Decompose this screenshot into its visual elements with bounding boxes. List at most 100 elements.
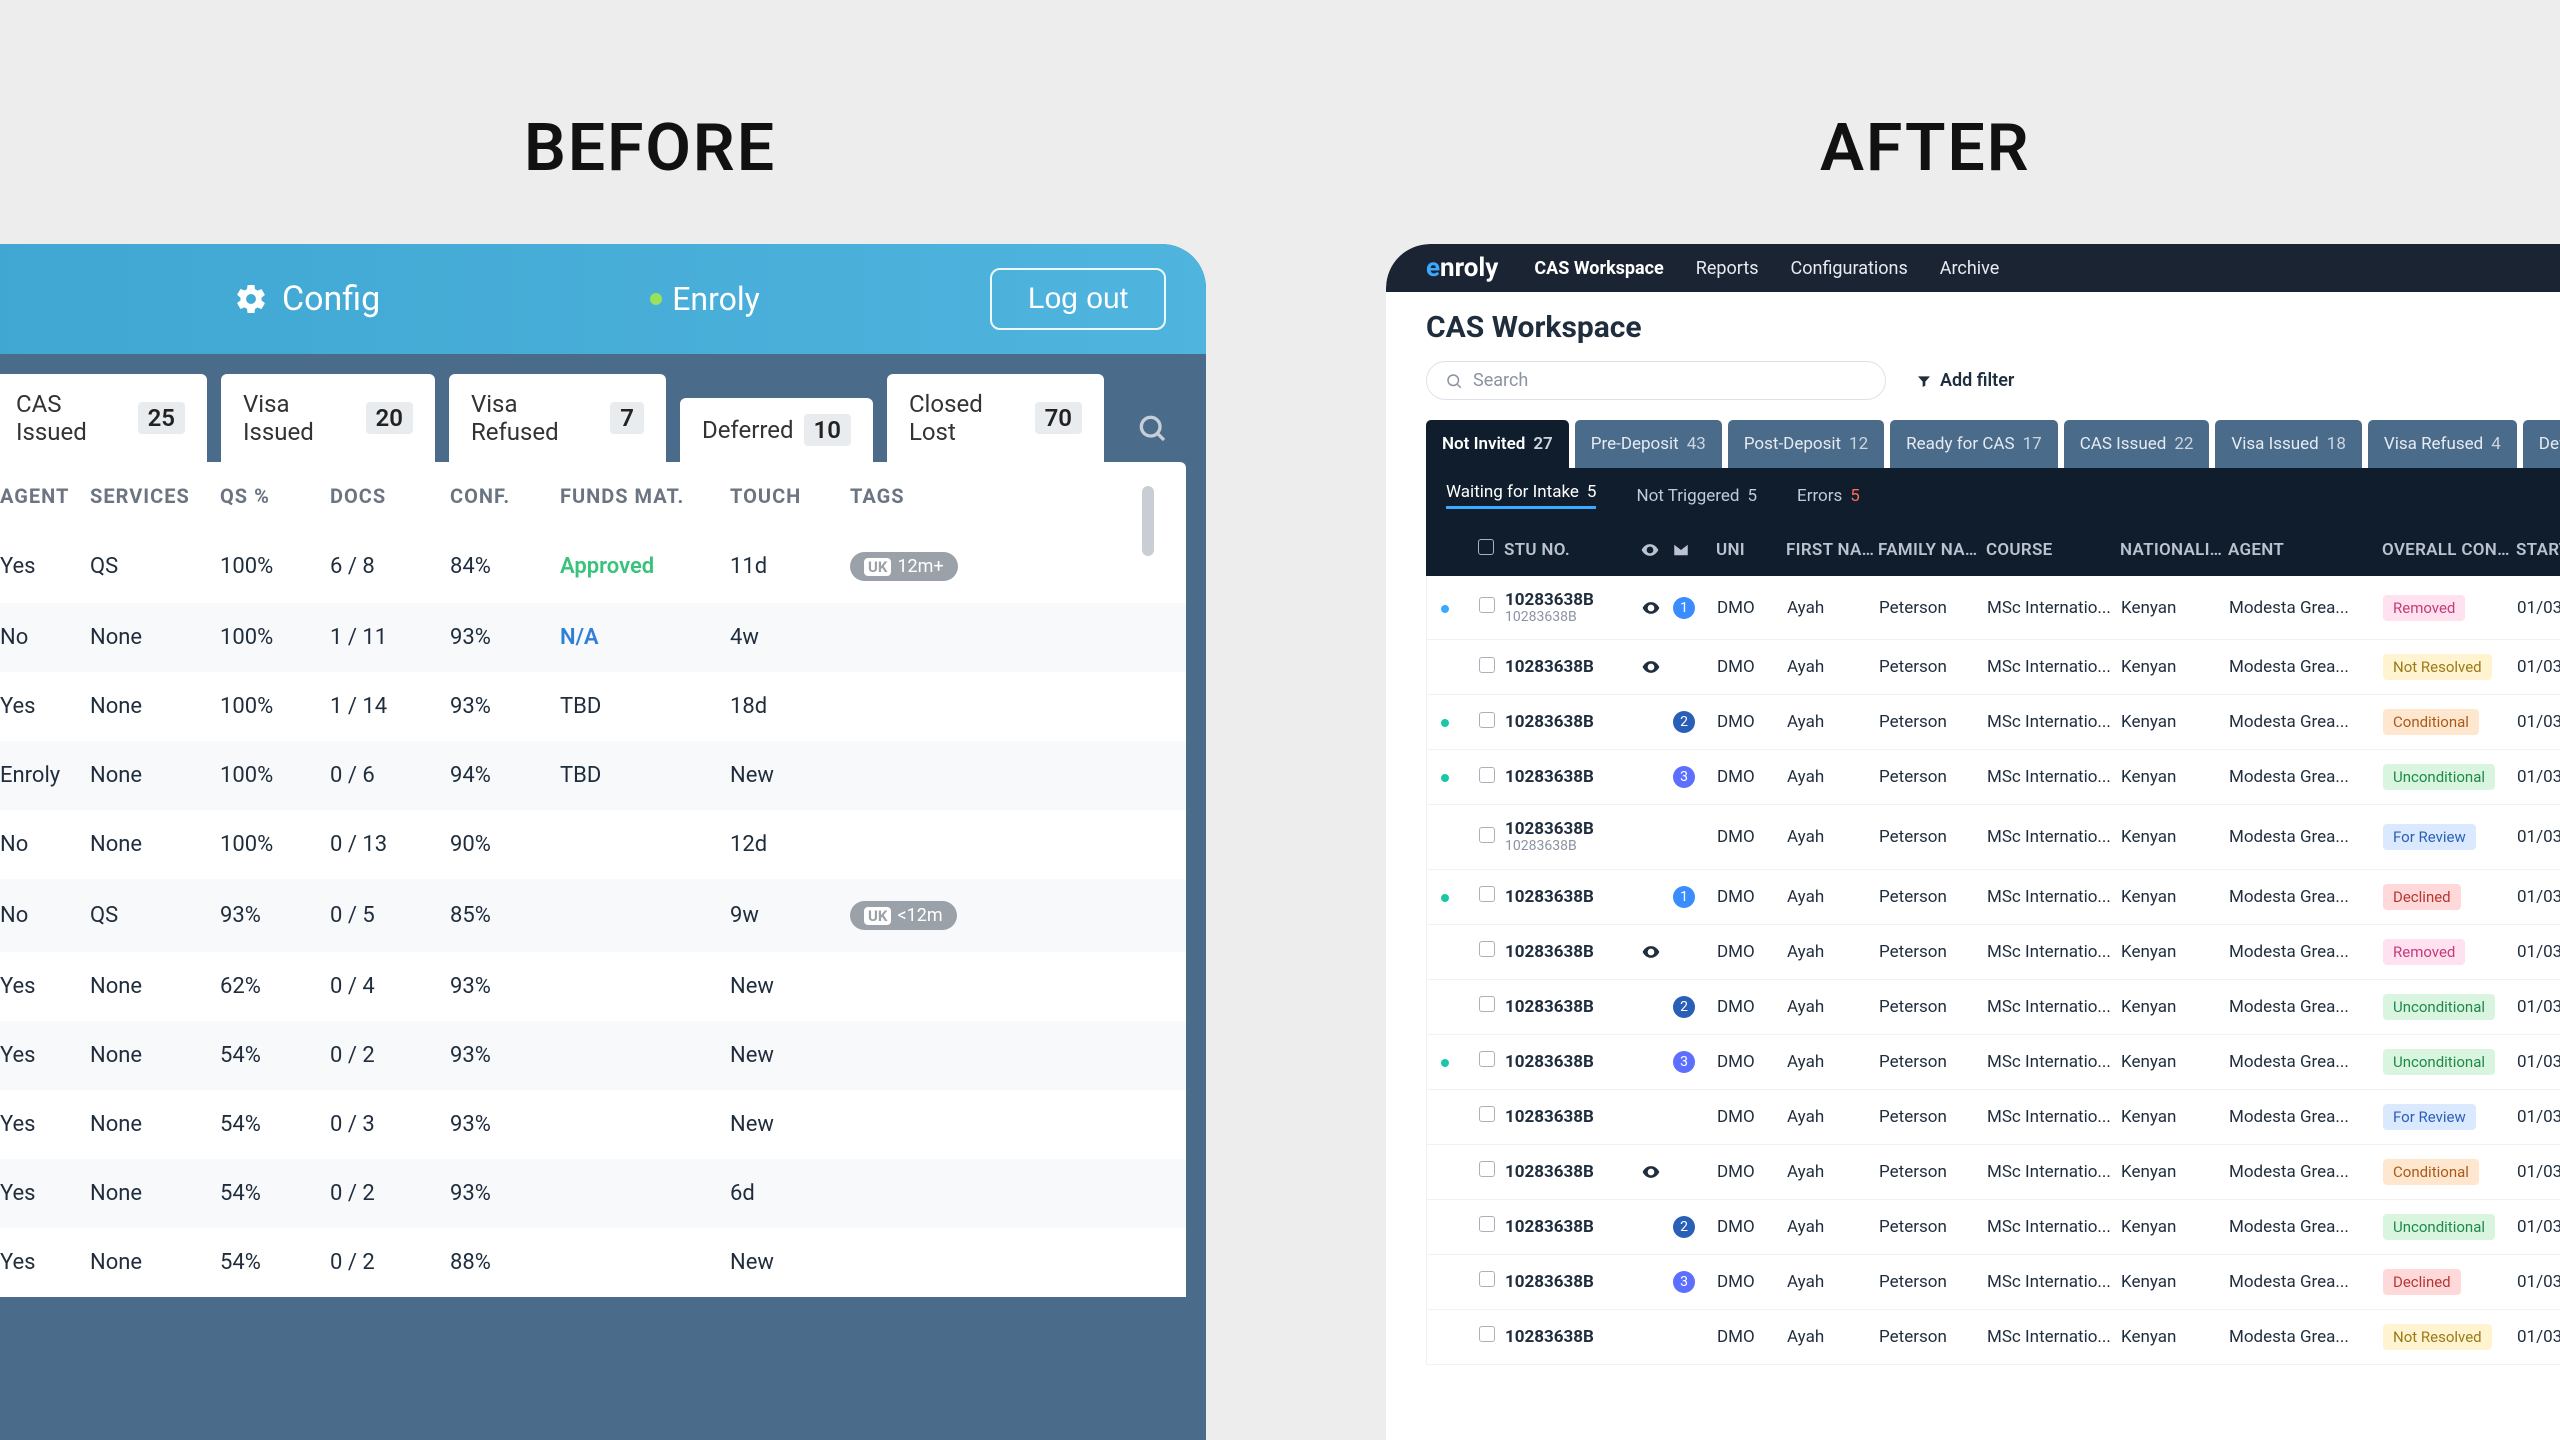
- row-checkbox[interactable]: [1479, 597, 1495, 613]
- column-header[interactable]: SERVICES: [84, 484, 214, 508]
- table-row[interactable]: 10283638B10283638BDMOAyahPetersonMSc Int…: [1427, 805, 2560, 869]
- table-row[interactable]: YesNone54%0 / 293%New: [0, 1021, 1186, 1090]
- status-tab[interactable]: Not Invited27: [1426, 420, 1569, 468]
- before-tab[interactable]: Visa Refused7: [449, 374, 666, 462]
- config-link[interactable]: Config: [234, 279, 380, 319]
- agent: Modesta Grea...: [2229, 827, 2379, 847]
- before-tab[interactable]: Closed Lost70: [887, 374, 1104, 462]
- row-checkbox[interactable]: [1479, 1106, 1495, 1122]
- row-checkbox[interactable]: [1479, 827, 1495, 843]
- table-row[interactable]: 10283638B2DMOAyahPetersonMSc Internatio.…: [1427, 695, 2560, 750]
- column-header[interactable]: DOCS: [324, 484, 444, 508]
- table-row[interactable]: 10283638BDMOAyahPetersonMSc Internatio..…: [1427, 1145, 2560, 1200]
- before-tab[interactable]: Visa Issued20: [221, 374, 435, 462]
- before-tab[interactable]: CAS Issued25: [0, 374, 207, 462]
- table-row[interactable]: NoQS93%0 / 585%9wUK<12m: [0, 879, 1186, 952]
- row-checkbox[interactable]: [1479, 1216, 1495, 1232]
- column-header[interactable]: FUNDS MAT.: [554, 484, 724, 508]
- table-row[interactable]: 10283638B3DMOAyahPetersonMSc Internatio.…: [1427, 750, 2560, 805]
- row-checkbox[interactable]: [1479, 767, 1495, 783]
- cell: N/A: [554, 625, 724, 650]
- table-row[interactable]: 10283638BDMOAyahPetersonMSc Internatio..…: [1427, 1310, 2560, 1365]
- add-filter-button[interactable]: Add filter: [1916, 370, 2014, 391]
- nav-item[interactable]: Configurations: [1791, 258, 1908, 279]
- column-header[interactable]: OVERALL CONDITION: [2382, 540, 2512, 560]
- nav-item[interactable]: Archive: [1940, 258, 2000, 279]
- row-checkbox[interactable]: [1479, 941, 1495, 957]
- row-checkbox[interactable]: [1479, 996, 1495, 1012]
- table-row[interactable]: 10283638B3DMOAyahPetersonMSc Internatio.…: [1427, 1035, 2560, 1090]
- cell: 6d: [724, 1181, 844, 1206]
- column-header[interactable]: AGENT: [0, 484, 84, 508]
- column-header[interactable]: QS %: [214, 484, 324, 508]
- column-header[interactable]: STU NO.: [1504, 540, 1636, 560]
- status-tab[interactable]: Ready for CAS17: [1890, 420, 2058, 468]
- table-row[interactable]: YesNone100%1 / 1493%TBD18d: [0, 672, 1186, 741]
- table-row[interactable]: EnrolyNone100%0 / 694%TBDNew: [0, 741, 1186, 810]
- condition-pill: Removed: [2383, 939, 2465, 965]
- column-header[interactable]: FIRST NAME: [1786, 540, 1874, 560]
- logout-button[interactable]: Log out: [990, 268, 1166, 330]
- table-row[interactable]: 10283638B1DMOAyahPetersonMSc Internatio.…: [1427, 870, 2560, 925]
- column-header[interactable]: START DATE: [2516, 540, 2560, 560]
- column-header[interactable]: [1672, 541, 1712, 559]
- row-checkbox[interactable]: [1479, 1051, 1495, 1067]
- column-header[interactable]: [1640, 540, 1668, 560]
- column-header[interactable]: CONF.: [444, 484, 554, 508]
- student-no: 10283638B: [1505, 1052, 1637, 1072]
- condition: Unconditional: [2383, 764, 2513, 790]
- status-subtab[interactable]: Waiting for Intake5: [1446, 482, 1596, 509]
- condition: Not Resolved: [2383, 654, 2513, 680]
- column-header[interactable]: FAMILY NAME: [1878, 540, 1982, 560]
- row-checkbox[interactable]: [1479, 1326, 1495, 1342]
- column-header[interactable]: COURSE: [1986, 540, 2116, 560]
- before-tab[interactable]: Deferred10: [680, 398, 873, 462]
- row-checkbox[interactable]: [1479, 1161, 1495, 1177]
- search-input[interactable]: Search: [1426, 361, 1886, 400]
- column-header[interactable]: TAGS: [844, 484, 1024, 508]
- select-all-checkbox[interactable]: [1478, 539, 1494, 555]
- table-row[interactable]: YesNone54%0 / 288%New: [0, 1228, 1186, 1297]
- view-icon[interactable]: [1641, 1162, 1669, 1182]
- column-header[interactable]: TOUCH: [724, 484, 844, 508]
- status-tab[interactable]: CAS Issued22: [2064, 420, 2210, 468]
- table-row[interactable]: 10283638B2DMOAyahPetersonMSc Internatio.…: [1427, 980, 2560, 1035]
- status-tab[interactable]: Pre-Deposit43: [1575, 420, 1722, 468]
- table-row[interactable]: 10283638BDMOAyahPetersonMSc Internatio..…: [1427, 640, 2560, 695]
- view-icon[interactable]: [1641, 942, 1669, 962]
- table-row[interactable]: 10283638BDMOAyahPetersonMSc Internatio..…: [1427, 1090, 2560, 1145]
- status-tab[interactable]: Post-Deposit12: [1728, 420, 1884, 468]
- nav-item[interactable]: CAS Workspace: [1534, 258, 1663, 279]
- row-checkbox[interactable]: [1479, 712, 1495, 728]
- table-row[interactable]: NoNone100%0 / 1390%12d: [0, 810, 1186, 879]
- row-checkbox[interactable]: [1479, 886, 1495, 902]
- cell: 54%: [214, 1043, 324, 1068]
- status-subtab[interactable]: Errors5: [1797, 482, 1860, 509]
- column-header[interactable]: [1478, 539, 1500, 560]
- table-row[interactable]: YesNone54%0 / 293%6d: [0, 1159, 1186, 1228]
- status-tab-label: Visa Issued: [2231, 434, 2318, 454]
- status-tab[interactable]: Deferred23: [2523, 420, 2560, 468]
- row-checkbox[interactable]: [1479, 1271, 1495, 1287]
- table-row[interactable]: 10283638B2DMOAyahPetersonMSc Internatio.…: [1427, 1200, 2560, 1255]
- view-icon[interactable]: [1641, 598, 1669, 618]
- table-row[interactable]: YesNone54%0 / 393%New: [0, 1090, 1186, 1159]
- status-tab[interactable]: Visa Refused4: [2368, 420, 2517, 468]
- table-row[interactable]: 10283638BDMOAyahPetersonMSc Internatio..…: [1427, 925, 2560, 980]
- column-header[interactable]: NATIONALITY: [2120, 540, 2224, 560]
- column-header[interactable]: UNI: [1716, 540, 1782, 560]
- status-tab[interactable]: Visa Issued18: [2215, 420, 2361, 468]
- table-row[interactable]: 10283638B3DMOAyahPetersonMSc Internatio.…: [1427, 1255, 2560, 1310]
- agent: Modesta Grea...: [2229, 942, 2379, 962]
- nav-item[interactable]: Reports: [1696, 258, 1759, 279]
- search-button[interactable]: [1118, 394, 1186, 462]
- table-row[interactable]: YesQS100%6 / 884%Approved11dUK12m+: [0, 530, 1186, 603]
- table-row[interactable]: YesNone62%0 / 493%New: [0, 952, 1186, 1021]
- table-row[interactable]: 10283638B10283638B1DMOAyahPetersonMSc In…: [1427, 576, 2560, 640]
- status-subtab[interactable]: Not Triggered5: [1636, 482, 1757, 509]
- scrollbar-thumb[interactable]: [1142, 486, 1154, 556]
- row-checkbox[interactable]: [1479, 657, 1495, 673]
- column-header[interactable]: AGENT: [2228, 540, 2378, 560]
- table-row[interactable]: NoNone100%1 / 1193%N/A4w: [0, 603, 1186, 672]
- view-icon[interactable]: [1641, 657, 1669, 677]
